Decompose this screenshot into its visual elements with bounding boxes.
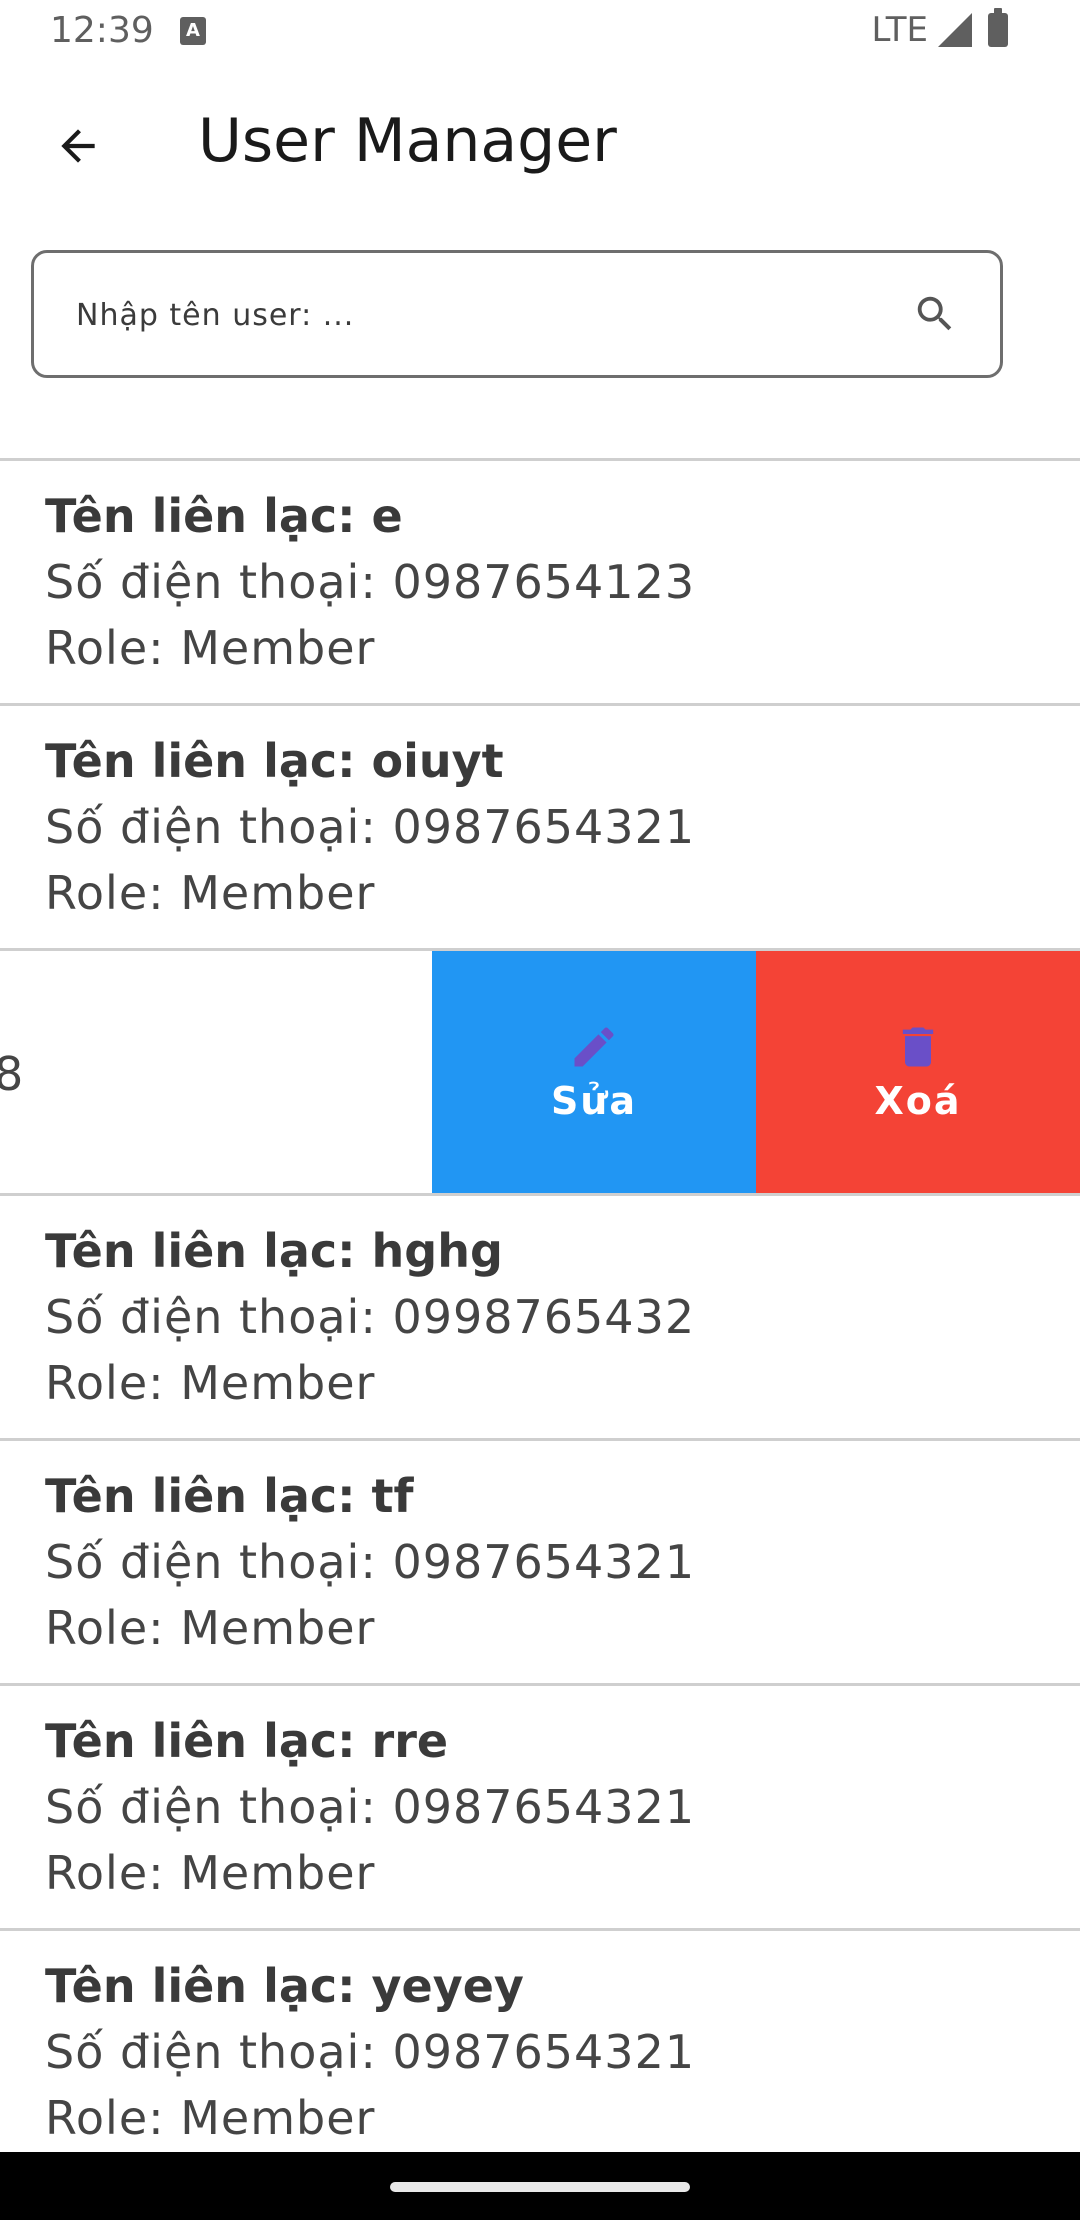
pencil-icon	[574, 1027, 614, 1067]
system-navigation-bar	[0, 2152, 1080, 2220]
contact-role: Role: Member	[45, 621, 376, 675]
battery-icon	[988, 8, 1008, 47]
contact-phone: Số điện thoại: 0987654321	[45, 2025, 696, 2079]
list-item[interactable]: Tên liên lạc: yeyey Số điện thoại: 09876…	[0, 1931, 1080, 2173]
contact-phone: Số điện thoại: 0987654321	[45, 1535, 696, 1589]
trash-icon	[902, 1027, 934, 1067]
signal-icon	[938, 13, 972, 47]
list-item[interactable]: Tên liên lạc: hghg Số điện thoại: 099876…	[0, 1196, 1080, 1438]
list-item[interactable]: Tên liên lạc: e Số điện thoại: 098765412…	[0, 461, 1080, 703]
edit-label: Sửa	[550, 1079, 638, 1123]
network-type: LTE	[871, 10, 928, 50]
contact-name: Tên liên lạc: rre	[45, 1714, 449, 1768]
status-indicators: LTE	[871, 8, 1008, 50]
home-gesture-handle[interactable]	[390, 2182, 690, 2192]
list-item[interactable]: Tên liên lạc: tf Số điện thoại: 09876543…	[0, 1441, 1080, 1683]
back-button[interactable]	[40, 108, 116, 184]
status-bar: 12:39 A LTE	[0, 0, 1080, 66]
list-item-swiped[interactable]: 8 Sửa Xoá	[0, 951, 1080, 1193]
arrow-left-icon	[61, 129, 95, 163]
swiped-item-text: 8	[0, 1047, 24, 1101]
delete-label: Xoá	[874, 1079, 962, 1123]
contact-name: Tên liên lạc: tf	[45, 1469, 414, 1523]
contact-role: Role: Member	[45, 2091, 376, 2145]
app-bar: User Manager	[0, 66, 1080, 220]
contact-phone: Số điện thoại: 0987654321	[45, 1780, 696, 1834]
contact-list: Tên liên lạc: e Số điện thoại: 098765412…	[0, 458, 1080, 2173]
status-time: 12:39	[50, 10, 154, 51]
search-box[interactable]	[31, 250, 1003, 378]
contact-role: Role: Member	[45, 1356, 376, 1410]
contact-phone: Số điện thoại: 0998765432	[45, 1290, 696, 1344]
list-item[interactable]: Tên liên lạc: oiuyt Số điện thoại: 09876…	[0, 706, 1080, 948]
contact-name: Tên liên lạc: e	[45, 489, 403, 543]
contact-role: Role: Member	[45, 866, 376, 920]
edit-button[interactable]: Sửa	[432, 951, 756, 1193]
delete-button[interactable]: Xoá	[756, 951, 1080, 1193]
contact-phone: Số điện thoại: 0987654321	[45, 800, 696, 854]
notification-icon: A	[180, 17, 206, 45]
contact-name: Tên liên lạc: hghg	[45, 1224, 503, 1278]
list-item[interactable]: Tên liên lạc: rre Số điện thoại: 0987654…	[0, 1686, 1080, 1928]
contact-role: Role: Member	[45, 1846, 376, 1900]
contact-name: Tên liên lạc: yeyey	[45, 1959, 524, 2013]
contact-role: Role: Member	[45, 1601, 376, 1655]
contact-name: Tên liên lạc: oiuyt	[45, 734, 504, 788]
page-title: User Manager	[198, 106, 617, 176]
contact-phone: Số điện thoại: 0987654123	[45, 555, 696, 609]
swiped-item-content[interactable]: 8	[0, 951, 432, 1193]
search-input[interactable]	[74, 253, 898, 377]
search-icon[interactable]	[912, 291, 958, 337]
